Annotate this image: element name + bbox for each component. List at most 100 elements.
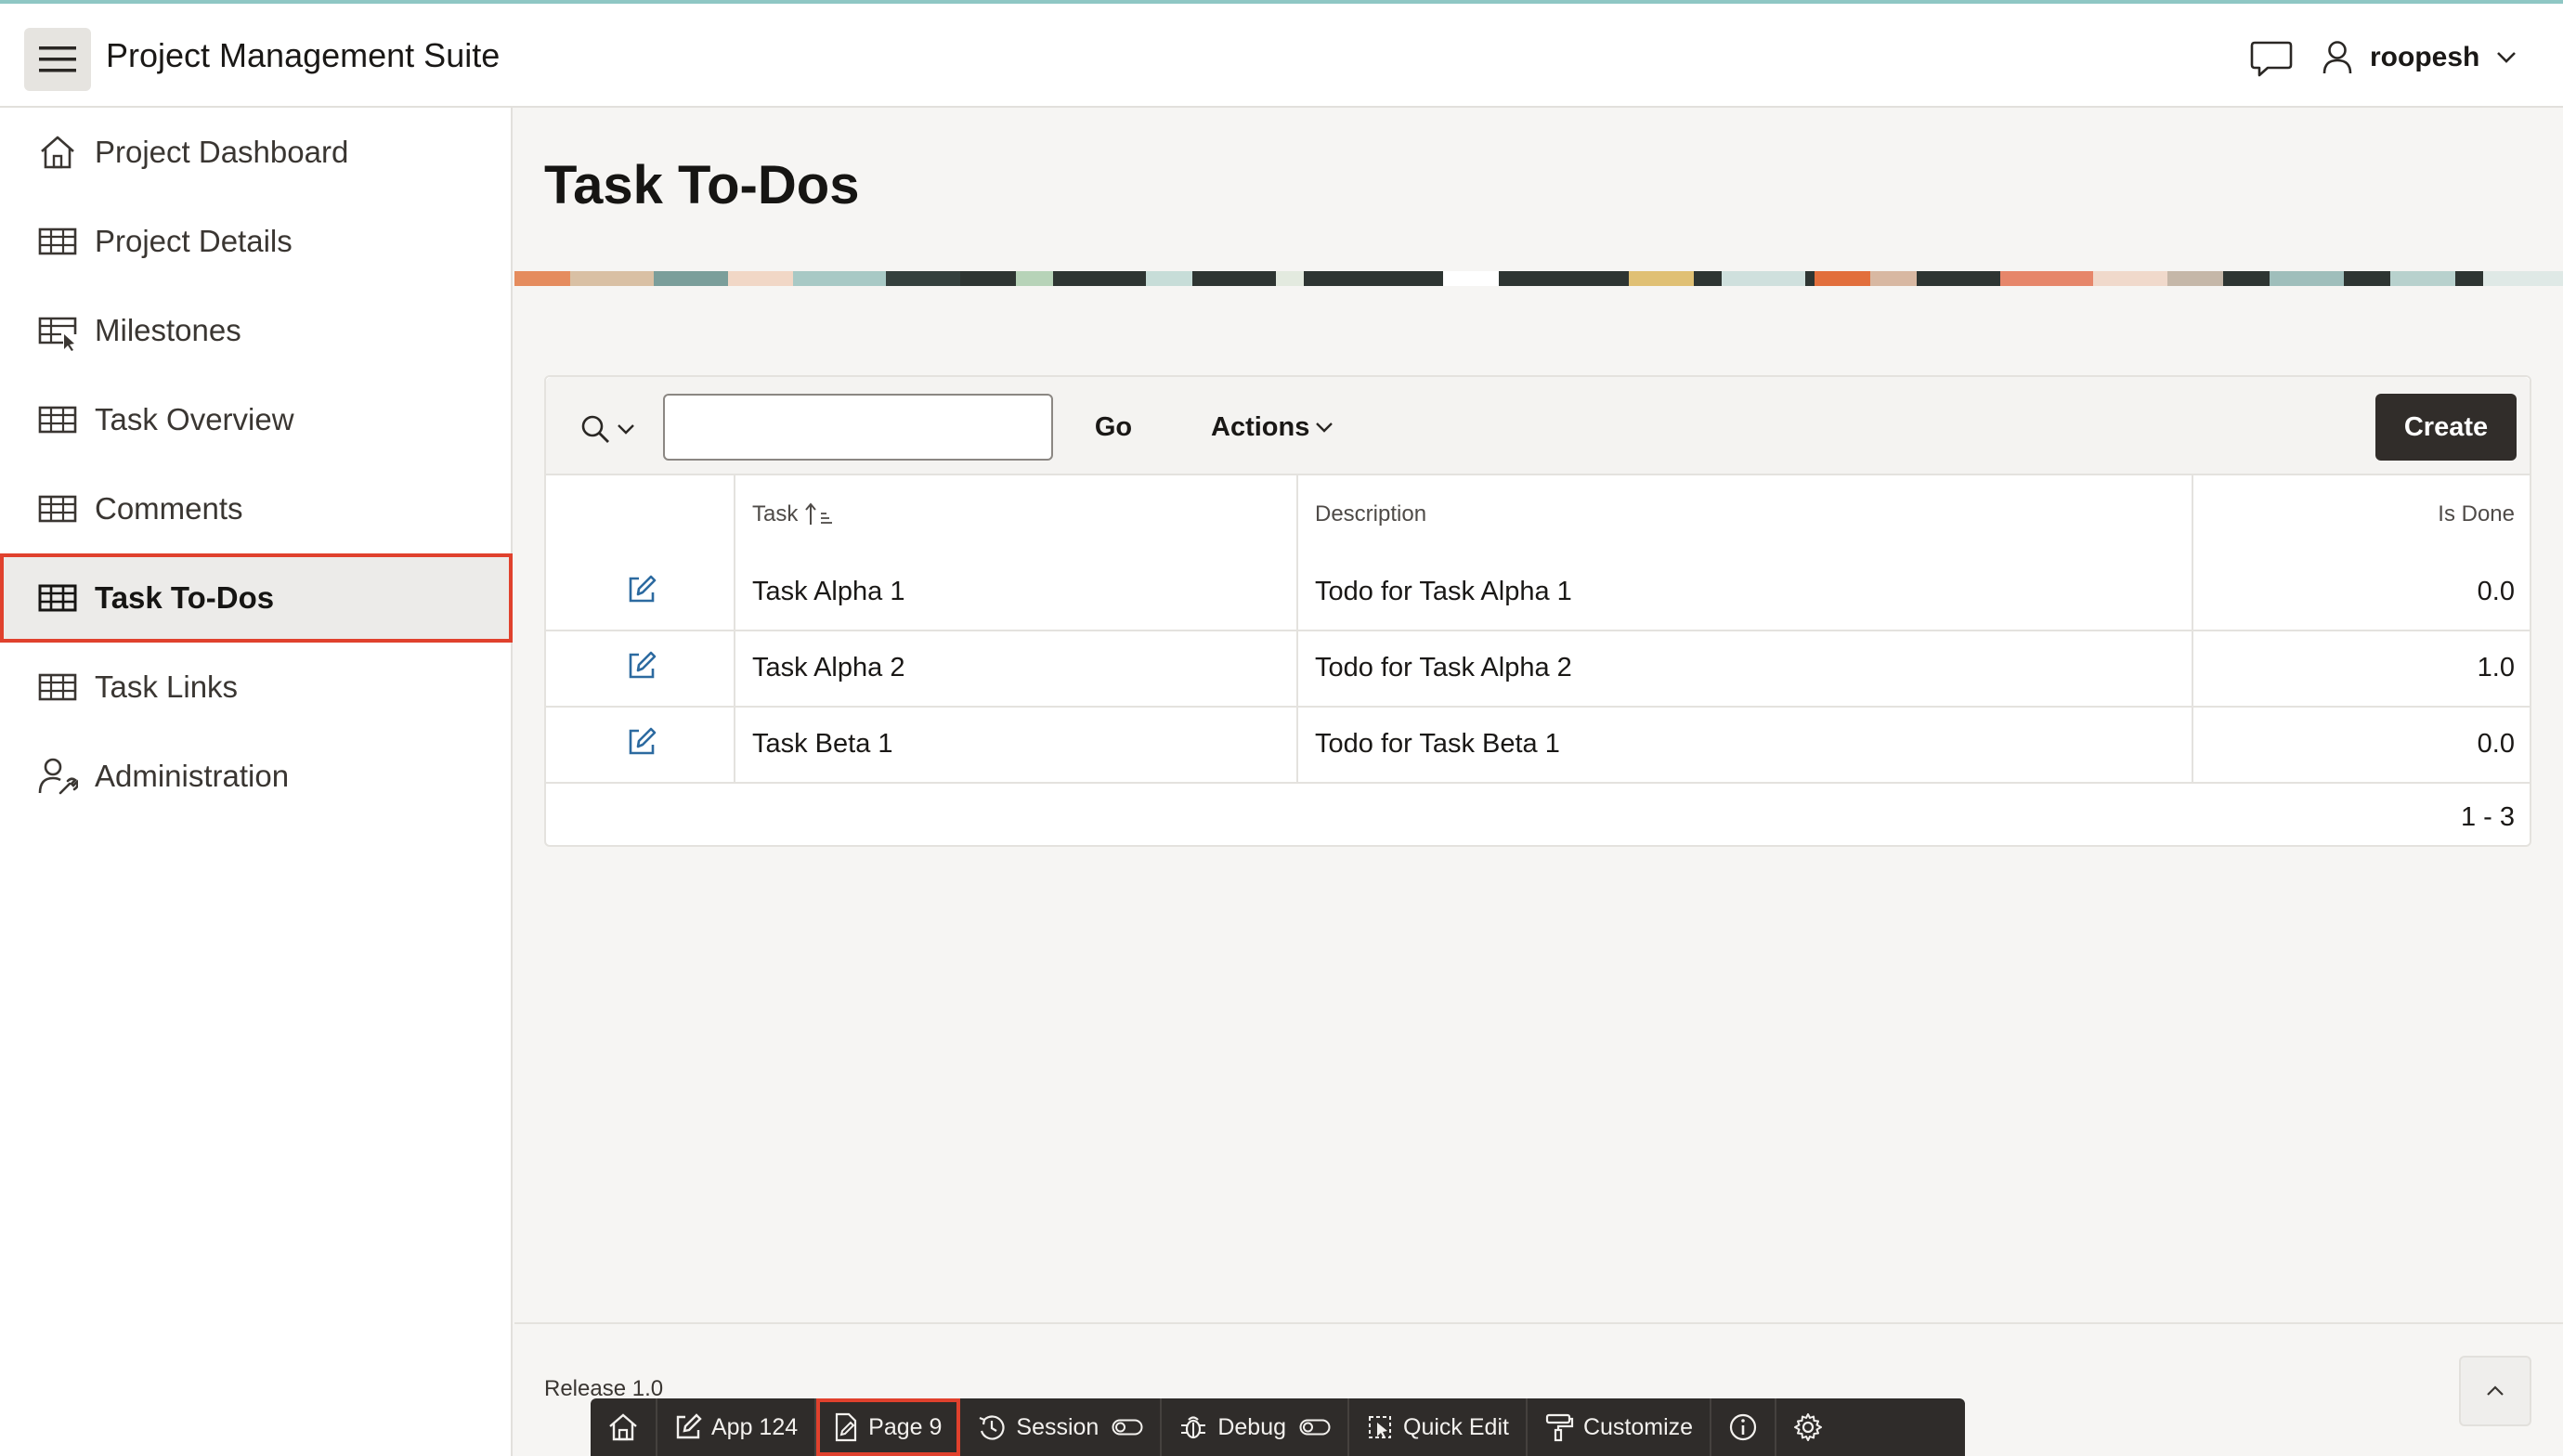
task-cell: Task Alpha 2 [752,653,905,682]
table-row: Task Alpha 1 Todo for Task Alpha 1 0.0 [546,553,2530,630]
info-icon [1729,1413,1757,1441]
page-edit-icon [836,1412,857,1442]
user-icon [2322,41,2352,74]
sidebar-item-task-to-dos[interactable]: Task To-Dos [0,553,513,643]
actions-menu-button[interactable]: Actions [1211,394,1334,461]
toggle-icon [1112,1419,1143,1436]
dev-customize-label: Customize [1582,1413,1694,1440]
dev-home-button[interactable] [591,1398,657,1456]
scroll-to-top-button[interactable] [2459,1356,2531,1426]
sidebar-item-milestones[interactable]: Milestones [0,286,513,375]
sidebar-item-task-overview[interactable]: Task Overview [0,375,513,464]
dev-app-button[interactable]: App 124 [657,1398,817,1456]
feedback-button[interactable] [2249,39,2294,80]
sidebar-item-label: Milestones [95,313,241,347]
app-header: Project Management Suite roopesh [0,4,2563,108]
table-icon [38,228,77,255]
chevron-up-icon [2487,1385,2504,1396]
edit-icon [629,727,657,755]
user-menu[interactable]: roopesh [2322,32,2517,84]
hamburger-menu-button[interactable] [24,28,91,91]
description-cell: Todo for Task Alpha 1 [1315,577,1572,606]
paint-roller-icon [1545,1413,1574,1442]
description-cell: Todo for Task Alpha 2 [1315,653,1572,682]
sidebar-item-project-details[interactable]: Project Details [0,197,513,286]
table-icon [38,584,77,612]
sidebar-item-comments[interactable]: Comments [0,464,513,553]
column-header-description[interactable]: Description [1315,501,1426,527]
toggle-icon [1299,1419,1331,1436]
sidebar-item-label: Project Details [95,224,293,258]
table-icon [38,495,77,523]
column-header-is-done[interactable]: Is Done [2438,501,2515,527]
sort-ascending-icon [805,502,833,525]
bug-icon [1181,1416,1206,1439]
search-icon [581,415,609,443]
edit-row-link[interactable] [626,650,657,682]
sidebar-item-label: Administration [95,759,290,793]
is-done-cell: 0.0 [2477,729,2515,759]
actions-label: Actions [1211,411,1310,442]
sidebar-item-label: Task To-Dos [95,580,275,615]
sidebar-item-label: Comments [95,491,243,526]
edit-row-link[interactable] [626,574,657,605]
select-cursor-icon [1369,1416,1392,1438]
is-done-cell: 0.0 [2477,577,2515,606]
dev-debug-label: Debug [1217,1413,1287,1440]
dev-page-button[interactable]: Page 9 [816,1398,961,1456]
footer-divider [514,1322,2563,1324]
table-icon [38,406,77,434]
home-icon [41,136,74,169]
hamburger-icon [39,46,76,72]
user-wrench-icon [38,758,78,795]
task-cell: Task Alpha 1 [752,577,905,606]
dev-info-button[interactable] [1711,1398,1777,1456]
task-todos-report: Go Actions Create Task Description Is Do… [544,375,2531,847]
sidebar-item-label: Task Links [95,670,239,704]
table-row: Task Alpha 2 Todo for Task Alpha 2 1.0 [546,630,2530,706]
is-done-cell: 1.0 [2477,653,2515,682]
dev-quick-edit-button[interactable]: Quick Edit [1349,1398,1528,1456]
report-toolbar: Go Actions Create [546,377,2530,475]
sidebar-item-label: Project Dashboard [95,135,349,169]
edit-row-link[interactable] [626,726,657,758]
sidebar-item-task-links[interactable]: Task Links [0,643,513,732]
app-title[interactable]: Project Management Suite [106,4,500,108]
dev-quick-edit-label: Quick Edit [1403,1413,1509,1440]
pagination-range: 1 - 3 [2460,802,2515,832]
column-header-task[interactable]: Task [752,501,835,527]
table-cursor-icon [38,317,77,351]
chevron-down-icon [1316,422,1334,433]
gear-icon [1794,1413,1823,1441]
go-button[interactable]: Go [1077,394,1150,461]
dev-app-label: App 124 [711,1413,799,1440]
table-row: Task Beta 1 Todo for Task Beta 1 0.0 [546,706,2530,782]
chevron-down-icon [2497,52,2517,63]
home-icon [609,1413,637,1441]
clock-history-icon [979,1415,1005,1440]
sidebar-nav: Project Dashboard Project Details Milest… [0,108,513,1456]
user-name: roopesh [2370,42,2480,72]
sidebar-item-project-dashboard[interactable]: Project Dashboard [0,108,513,197]
table-icon [38,673,77,701]
sidebar-item-administration[interactable]: Administration [0,732,513,821]
create-button[interactable]: Create [2375,394,2517,461]
edit-icon [629,575,657,603]
search-column-button[interactable] [579,410,639,448]
dev-session-label: Session [1016,1413,1099,1440]
page-title: Task To-Dos [544,155,860,215]
dev-customize-button[interactable]: Customize [1528,1398,1712,1456]
edit-icon [629,651,657,679]
speech-bubble-icon [2250,41,2293,77]
dev-settings-button[interactable] [1776,1398,1840,1456]
description-cell: Todo for Task Beta 1 [1315,729,1560,759]
sidebar-item-label: Task Overview [95,402,294,436]
chevron-down-icon [618,424,634,435]
edit-icon [676,1413,702,1439]
dev-debug-button[interactable]: Debug [1162,1398,1350,1456]
search-input[interactable] [663,394,1053,461]
task-cell: Task Beta 1 [752,729,893,759]
dev-page-label: Page 9 [868,1413,943,1440]
developer-toolbar: App 124 Page 9 Session Debug Quick Edit … [591,1398,1965,1456]
dev-session-button[interactable]: Session [960,1398,1163,1456]
